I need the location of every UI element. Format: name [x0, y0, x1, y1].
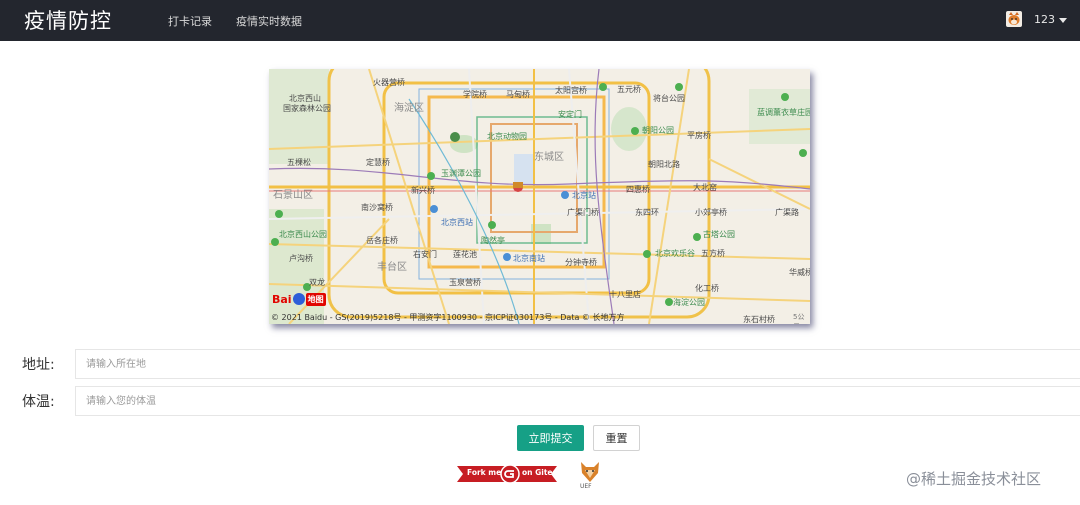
map-label-park: 古塔公园 — [703, 230, 735, 239]
baidu-logo-text: Bai — [272, 293, 292, 306]
address-input[interactable] — [75, 349, 1080, 379]
map-label: 卢沟桥 — [289, 254, 313, 263]
user-menu[interactable]: 123 — [1034, 13, 1067, 26]
map-label: 定慧桥 — [366, 158, 390, 167]
map-label: 十八里店 — [609, 290, 641, 299]
map-label: 大北窑 — [693, 183, 717, 192]
map-copyright: © 2021 Baidu - GS(2019)5218号 - 甲测资字11009… — [271, 313, 625, 322]
map-label: 双龙 — [309, 278, 325, 287]
nav-link-checkin-records[interactable]: 打卡记录 — [168, 13, 212, 29]
map-label-district: 海淀区 — [394, 103, 424, 114]
map-label-station: 北京西站 — [441, 218, 473, 227]
map-label-district: 东城区 — [534, 152, 564, 163]
map-label: 莲花池 — [453, 250, 477, 259]
top-navbar: 疫情防控 打卡记录 疫情实时数据 123 — [0, 0, 1080, 41]
map-label: 化工桥 — [695, 284, 719, 293]
submit-button[interactable]: 立即提交 — [517, 425, 584, 451]
uef-label: UEF — [580, 483, 592, 490]
map-label-park: 北京动物园 — [487, 132, 527, 141]
map-label-district: 石景山区 — [273, 190, 313, 201]
map-label: 南沙窝桥 — [361, 203, 393, 212]
nav-link-realtime-data[interactable]: 疫情实时数据 — [236, 13, 302, 29]
map-scale: 5公里 — [793, 313, 805, 324]
temperature-row: 体温: — [0, 386, 1080, 416]
map-label: 新兴桥 — [411, 186, 435, 195]
temperature-input[interactable] — [75, 386, 1080, 416]
map-label-park: 玉渊潭公园 — [441, 169, 481, 178]
map-label: 五元桥 — [617, 85, 641, 94]
map-label-district: 丰台区 — [377, 262, 407, 273]
map-label: 岳各庄桥 — [366, 236, 398, 245]
map-label: 五棵松 — [287, 158, 311, 167]
cat-avatar-icon[interactable] — [1006, 11, 1022, 27]
map-label: 五方桥 — [701, 249, 725, 258]
map-label-station: 北京南站 — [513, 254, 545, 263]
baidu-paw-icon — [292, 293, 305, 305]
map-label: 广渠路 — [775, 208, 799, 217]
map-label: 广渠门桥 — [567, 208, 599, 217]
map-label: 华威桥 — [789, 268, 810, 277]
map-label: 四惠桥 — [626, 185, 650, 194]
gitee-fork-text: Fork me — [467, 468, 502, 477]
brand-title[interactable]: 疫情防控 — [24, 5, 112, 35]
reset-button[interactable]: 重置 — [593, 425, 640, 451]
map-label-park: 朝阳公园 — [642, 126, 674, 135]
baidu-map-word: 地图 — [305, 293, 326, 306]
map-label: 右安门 — [413, 250, 437, 259]
map-label: 火器营桥 — [373, 78, 405, 87]
map-label: 马甸桥 — [506, 90, 530, 99]
baidu-logo[interactable]: Bai 地图 — [272, 293, 326, 307]
map-roads — [269, 69, 810, 324]
map-label: 朝阳北路 — [648, 160, 680, 169]
map-label park: 将台公园 — [653, 94, 685, 103]
map-label-park: 北京欢乐谷 — [655, 249, 695, 258]
user-name: 123 — [1034, 13, 1055, 26]
map-label: 东石村桥 — [743, 315, 775, 324]
baidu-map[interactable]: 火器营桥 学院桥 马甸桥 太阳宫桥 五元桥 将台公园 海淀区 北京西山 国家森林… — [269, 69, 810, 324]
map-label-park: 北京西山公园 — [279, 230, 327, 239]
address-row: 地址: — [0, 349, 1080, 379]
map-label-park: 陶然亭 — [481, 236, 505, 245]
map-label-park: 安定门 — [558, 110, 582, 119]
map-label: 平房桥 — [687, 131, 711, 140]
fork-me-on-gitee-badge[interactable]: Fork me on Gitee — [457, 463, 558, 485]
map-label: 小郊亭桥 — [695, 208, 727, 217]
caret-down-icon — [1059, 17, 1067, 23]
gitee-on-text: on Gitee — [522, 468, 558, 477]
address-label: 地址: — [22, 357, 55, 373]
map-label: 北京西山 — [289, 94, 321, 103]
juejin-watermark: @稀土掘金技术社区 — [906, 470, 1042, 488]
map-label: 国家森林公园 — [283, 104, 331, 113]
map-label: 玉泉营桥 — [449, 278, 481, 287]
map-label-station: 北京站 — [572, 191, 596, 200]
map-label: 太阳宫桥 — [555, 86, 587, 95]
map-label: 分钟寺桥 — [565, 258, 597, 267]
map-label-park: 海淀公园 — [673, 298, 705, 307]
map-label-park: 蓝调薰衣草庄园 — [757, 108, 810, 117]
map-label: 学院桥 — [463, 90, 487, 99]
temperature-label: 体温: — [22, 394, 55, 410]
map-label: 东四环 — [635, 208, 659, 217]
